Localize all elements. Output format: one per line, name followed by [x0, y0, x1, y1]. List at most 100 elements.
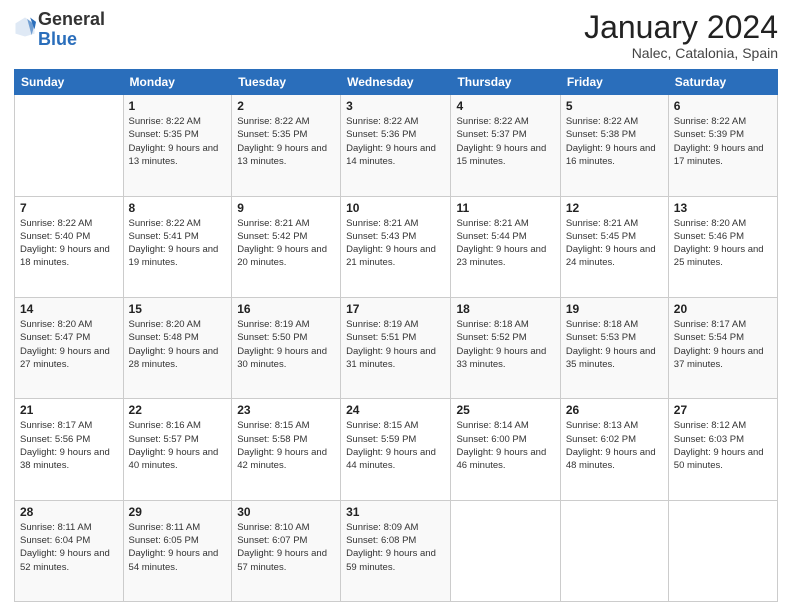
week-row-2: 7 Sunrise: 8:22 AMSunset: 5:40 PMDaylight…: [15, 196, 778, 297]
day-number: 5: [566, 99, 663, 113]
day-cell-15: 15 Sunrise: 8:20 AMSunset: 5:48 PMDayligh…: [123, 297, 232, 398]
day-number: 13: [674, 201, 772, 215]
day-info: Sunrise: 8:12 AMSunset: 6:03 PMDaylight:…: [674, 419, 772, 472]
col-wednesday: Wednesday: [341, 70, 451, 95]
day-cell-8: 8Sunrise: 8:22 AMSunset: 5:41 PMDaylight…: [123, 196, 232, 297]
day-cell-31: 31 Sunrise: 8:09 AMSunset: 6:08 PMDayligh…: [341, 500, 451, 601]
logo: General Blue: [14, 10, 105, 50]
day-info: Sunrise: 8:22 AMSunset: 5:36 PMDaylight:…: [346, 115, 445, 168]
day-cell-9: 9 Sunrise: 8:21 AMSunset: 5:42 PMDaylight…: [232, 196, 341, 297]
day-cell-4: 4 Sunrise: 8:22 AMSunset: 5:37 PMDaylight…: [451, 95, 560, 196]
day-cell-33: [560, 500, 668, 601]
day-number: 10: [346, 201, 445, 215]
col-friday: Friday: [560, 70, 668, 95]
day-cell-7: 7 Sunrise: 8:22 AMSunset: 5:40 PMDaylight…: [15, 196, 124, 297]
day-cell-28: 28Sunrise: 8:11 AMSunset: 6:04 PMDayligh…: [15, 500, 124, 601]
day-number: 31: [346, 505, 445, 519]
day-cell-1: 1 Sunrise: 8:22 AMSunset: 5:35 PMDaylight…: [123, 95, 232, 196]
day-number: 22: [129, 403, 227, 417]
day-info: Sunrise: 8:19 AMSunset: 5:50 PMDaylight:…: [237, 318, 335, 371]
day-number: 26: [566, 403, 663, 417]
day-number: 1: [129, 99, 227, 113]
day-info: Sunrise: 8:22 AMSunset: 5:37 PMDaylight:…: [456, 115, 554, 168]
day-cell-23: 23Sunrise: 8:15 AMSunset: 5:58 PMDayligh…: [232, 399, 341, 500]
day-cell-18: 18 Sunrise: 8:18 AMSunset: 5:52 PMDayligh…: [451, 297, 560, 398]
header: General Blue January 2024 Nalec, Catalon…: [14, 10, 778, 61]
day-number: 18: [456, 302, 554, 316]
col-monday: Monday: [123, 70, 232, 95]
day-info: Sunrise: 8:13 AMSunset: 6:02 PMDaylight:…: [566, 419, 663, 472]
day-number: 19: [566, 302, 663, 316]
day-cell-16: 16Sunrise: 8:19 AMSunset: 5:50 PMDayligh…: [232, 297, 341, 398]
day-info: Sunrise: 8:18 AMSunset: 5:53 PMDaylight:…: [566, 318, 663, 371]
day-info: Sunrise: 8:20 AMSunset: 5:48 PMDaylight:…: [129, 318, 227, 371]
day-cell-27: 27 Sunrise: 8:12 AMSunset: 6:03 PMDayligh…: [668, 399, 777, 500]
logo-blue-text: Blue: [38, 29, 77, 49]
day-number: 20: [674, 302, 772, 316]
day-cell-21: 21 Sunrise: 8:17 AMSunset: 5:56 PMDayligh…: [15, 399, 124, 500]
week-row-1: 1 Sunrise: 8:22 AMSunset: 5:35 PMDaylight…: [15, 95, 778, 196]
day-info: Sunrise: 8:21 AMSunset: 5:43 PMDaylight:…: [346, 217, 445, 270]
day-number: 21: [20, 403, 118, 417]
day-number: 25: [456, 403, 554, 417]
day-info: Sunrise: 8:22 AMSunset: 5:38 PMDaylight:…: [566, 115, 663, 168]
day-cell-17: 17Sunrise: 8:19 AMSunset: 5:51 PMDayligh…: [341, 297, 451, 398]
day-number: 8: [129, 201, 227, 215]
day-info: Sunrise: 8:18 AMSunset: 5:52 PMDaylight:…: [456, 318, 554, 371]
day-cell-5: 5 Sunrise: 8:22 AMSunset: 5:38 PMDaylight…: [560, 95, 668, 196]
day-info: Sunrise: 8:20 AMSunset: 5:46 PMDaylight:…: [674, 217, 772, 270]
day-info: Sunrise: 8:11 AMSunset: 6:04 PMDaylight:…: [20, 521, 118, 574]
day-cell-12: 12Sunrise: 8:21 AMSunset: 5:45 PMDayligh…: [560, 196, 668, 297]
day-info: Sunrise: 8:21 AMSunset: 5:42 PMDaylight:…: [237, 217, 335, 270]
day-number: 4: [456, 99, 554, 113]
day-number: 11: [456, 201, 554, 215]
day-cell-30: 30Sunrise: 8:10 AMSunset: 6:07 PMDayligh…: [232, 500, 341, 601]
day-cell-2: 2Sunrise: 8:22 AMSunset: 5:35 PMDaylight…: [232, 95, 341, 196]
calendar-header: Sunday Monday Tuesday Wednesday Thursday…: [15, 70, 778, 95]
day-cell-25: 25 Sunrise: 8:14 AMSunset: 6:00 PMDayligh…: [451, 399, 560, 500]
week-row-5: 28Sunrise: 8:11 AMSunset: 6:04 PMDayligh…: [15, 500, 778, 601]
col-sunday: Sunday: [15, 70, 124, 95]
day-number: 9: [237, 201, 335, 215]
col-thursday: Thursday: [451, 70, 560, 95]
calendar-body: 1 Sunrise: 8:22 AMSunset: 5:35 PMDaylight…: [15, 95, 778, 602]
day-number: 24: [346, 403, 445, 417]
day-cell-29: 29 Sunrise: 8:11 AMSunset: 6:05 PMDayligh…: [123, 500, 232, 601]
day-info: Sunrise: 8:22 AMSunset: 5:40 PMDaylight:…: [20, 217, 118, 270]
day-info: Sunrise: 8:22 AMSunset: 5:39 PMDaylight:…: [674, 115, 772, 168]
day-number: 14: [20, 302, 118, 316]
header-row: Sunday Monday Tuesday Wednesday Thursday…: [15, 70, 778, 95]
day-number: 3: [346, 99, 445, 113]
day-cell-11: 11Sunrise: 8:21 AMSunset: 5:44 PMDayligh…: [451, 196, 560, 297]
day-cell-22: 22 Sunrise: 8:16 AMSunset: 5:57 PMDayligh…: [123, 399, 232, 500]
day-info: Sunrise: 8:11 AMSunset: 6:05 PMDaylight:…: [129, 521, 227, 574]
day-number: 27: [674, 403, 772, 417]
day-info: Sunrise: 8:22 AMSunset: 5:35 PMDaylight:…: [237, 115, 335, 168]
col-saturday: Saturday: [668, 70, 777, 95]
day-number: 6: [674, 99, 772, 113]
day-cell-10: 10 Sunrise: 8:21 AMSunset: 5:43 PMDayligh…: [341, 196, 451, 297]
day-info: Sunrise: 8:14 AMSunset: 6:00 PMDaylight:…: [456, 419, 554, 472]
week-row-4: 21 Sunrise: 8:17 AMSunset: 5:56 PMDayligh…: [15, 399, 778, 500]
day-number: 29: [129, 505, 227, 519]
day-number: 7: [20, 201, 118, 215]
day-info: Sunrise: 8:16 AMSunset: 5:57 PMDaylight:…: [129, 419, 227, 472]
day-info: Sunrise: 8:21 AMSunset: 5:45 PMDaylight:…: [566, 217, 663, 270]
col-tuesday: Tuesday: [232, 70, 341, 95]
day-info: Sunrise: 8:17 AMSunset: 5:56 PMDaylight:…: [20, 419, 118, 472]
day-cell-32: [451, 500, 560, 601]
day-cell-26: 26 Sunrise: 8:13 AMSunset: 6:02 PMDayligh…: [560, 399, 668, 500]
day-number: 30: [237, 505, 335, 519]
day-info: Sunrise: 8:20 AMSunset: 5:47 PMDaylight:…: [20, 318, 118, 371]
day-info: Sunrise: 8:15 AMSunset: 5:59 PMDaylight:…: [346, 419, 445, 472]
page: General Blue January 2024 Nalec, Catalon…: [0, 0, 792, 612]
day-info: Sunrise: 8:22 AMSunset: 5:35 PMDaylight:…: [129, 115, 227, 168]
day-cell-19: 19 Sunrise: 8:18 AMSunset: 5:53 PMDayligh…: [560, 297, 668, 398]
day-cell-6: 6 Sunrise: 8:22 AMSunset: 5:39 PMDaylight…: [668, 95, 777, 196]
day-info: Sunrise: 8:09 AMSunset: 6:08 PMDaylight:…: [346, 521, 445, 574]
day-cell-0: [15, 95, 124, 196]
day-number: 23: [237, 403, 335, 417]
week-row-3: 14 Sunrise: 8:20 AMSunset: 5:47 PMDayligh…: [15, 297, 778, 398]
day-number: 15: [129, 302, 227, 316]
day-info: Sunrise: 8:17 AMSunset: 5:54 PMDaylight:…: [674, 318, 772, 371]
